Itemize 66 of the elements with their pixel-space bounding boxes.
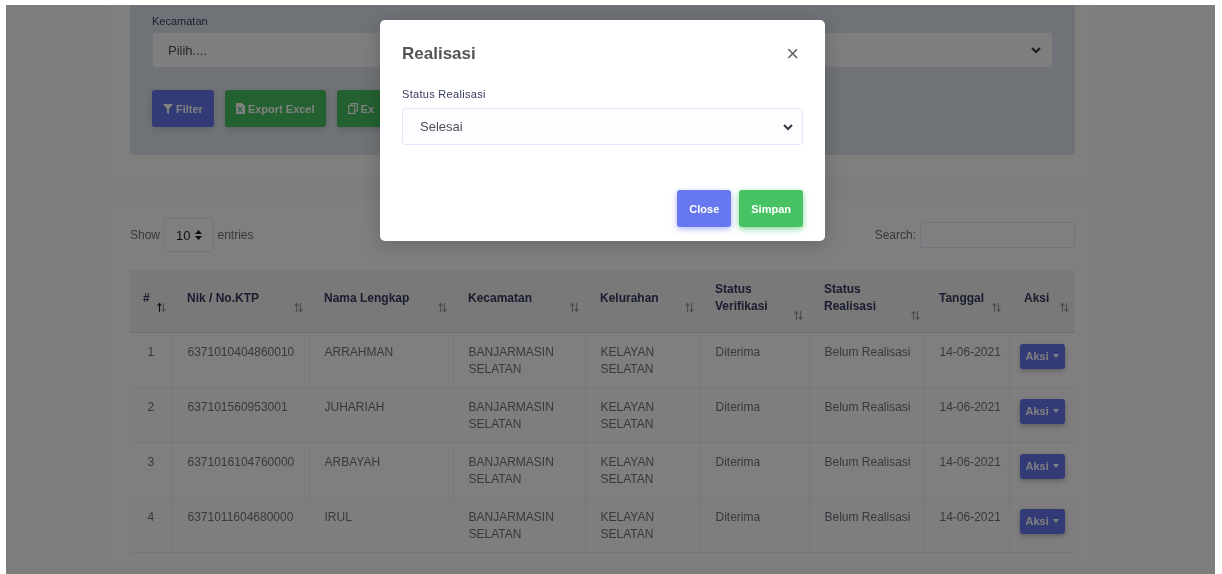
dropdown-button[interactable]: Aksi: [1019, 508, 1065, 534]
header-label: Tanggal: [939, 289, 985, 307]
close-button[interactable]: Close: [677, 190, 732, 227]
table-cell: JUHARIAH: [324, 399, 385, 414]
field-label: Status Realisasi: [402, 88, 487, 100]
table-cell: KELAYAN SELATAN: [600, 399, 655, 431]
column-header[interactable]: Nama Lengkap: [309, 270, 453, 332]
table-cell: 2: [147, 399, 155, 414]
table-cell: BANJARMASIN SELATAN: [468, 509, 554, 541]
entries-label: entries: [217, 228, 254, 242]
table-cell: Diterima: [715, 399, 761, 414]
table-cell: 14-06-2021: [939, 454, 1001, 469]
column-header[interactable]: Kecamatan: [453, 270, 585, 332]
column-header[interactable]: Nik / No.KTP: [172, 270, 309, 332]
show-label: Show: [130, 228, 161, 242]
header-label: Status Realisasi: [824, 281, 878, 316]
header-label: Nama Lengkap: [324, 289, 410, 307]
table-cell: BANJARMASIN SELATAN: [468, 344, 554, 376]
save-button[interactable]: Simpan: [739, 190, 803, 227]
modal-title: Realisasi: [402, 44, 476, 64]
header-label: Nik / No.KTP: [187, 289, 259, 307]
table-cell: Diterima: [715, 344, 761, 359]
header-label: Status Verifikasi: [715, 281, 769, 316]
table-cell: 6371016104760000: [187, 454, 295, 469]
column-header[interactable]: Aksi: [1009, 270, 1075, 332]
table-cell: 637101560953001: [187, 399, 288, 414]
column-header[interactable]: Tanggal: [924, 270, 1009, 332]
table-cell: ARBAYAH: [324, 454, 381, 469]
table-cell: Belum Realisasi: [824, 344, 911, 359]
header-label: #: [143, 289, 150, 307]
table-cell: BANJARMASIN SELATAN: [468, 454, 554, 486]
table-cell: 14-06-2021: [939, 509, 1001, 524]
entries-select[interactable]: 10: [164, 218, 214, 252]
table-cell: 1: [147, 344, 155, 359]
table-cell: Belum Realisasi: [824, 454, 911, 469]
field-label: Kecamatan: [152, 15, 209, 29]
dropdown-button[interactable]: Aksi: [1019, 398, 1065, 424]
close-button[interactable]: ×: [782, 43, 803, 65]
table-cell: ARRAHMAN: [324, 344, 394, 359]
table-cell: 4: [147, 509, 155, 524]
dropdown-button[interactable]: Aksi: [1019, 343, 1065, 369]
table-cell: KELAYAN SELATAN: [600, 454, 655, 486]
table-cell: 14-06-2021: [939, 344, 1001, 359]
table-cell: IRUL: [324, 509, 352, 524]
table-cell: BANJARMASIN SELATAN: [468, 399, 554, 431]
action-button[interactable]: Filter: [152, 90, 214, 127]
table-cell: Belum Realisasi: [824, 399, 911, 414]
table-cell: 6371011604680000: [187, 509, 294, 524]
table-cell: 6371010404860010: [187, 344, 295, 359]
table-cell: Diterima: [715, 454, 761, 469]
table-cell: 3: [147, 454, 155, 469]
table-cell: Belum Realisasi: [824, 509, 911, 524]
dropdown-button[interactable]: Aksi: [1019, 453, 1065, 479]
column-header[interactable]: Kelurahan: [585, 270, 700, 332]
header-label: Kecamatan: [468, 289, 533, 307]
search-label: Search:: [874, 228, 916, 242]
header-label: Kelurahan: [600, 289, 659, 307]
column-header[interactable]: Status Verifikasi: [700, 270, 809, 332]
column-header[interactable]: Status Realisasi: [809, 270, 924, 332]
table-cell: KELAYAN SELATAN: [600, 509, 655, 541]
header-label: Aksi: [1024, 289, 1050, 307]
column-header[interactable]: #: [130, 270, 172, 332]
status-select[interactable]: Selesai: [402, 108, 803, 145]
table-cell: Diterima: [715, 509, 761, 524]
table-cell: 14-06-2021: [939, 399, 1001, 414]
table-cell: KELAYAN SELATAN: [600, 344, 655, 376]
